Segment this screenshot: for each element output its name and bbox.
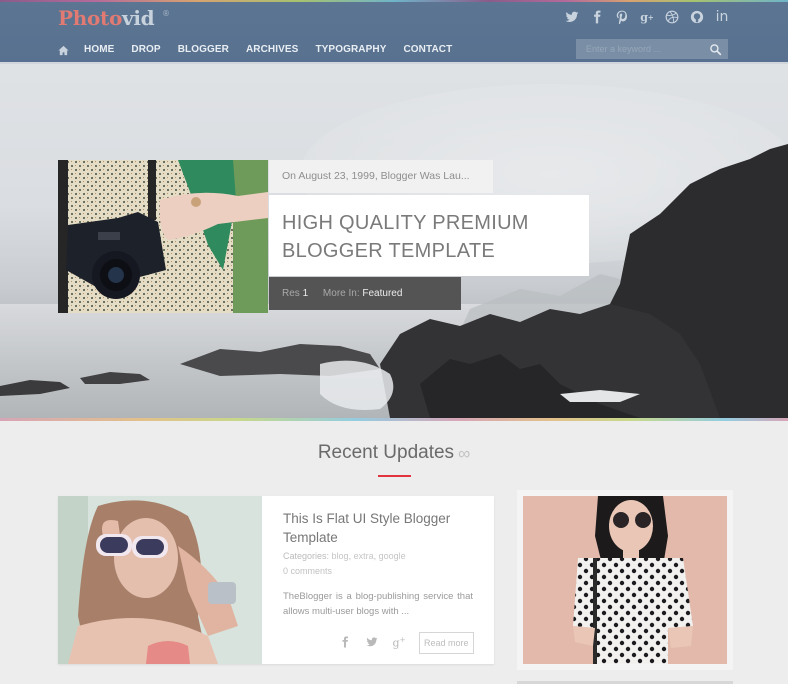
nav-item-blogger[interactable]: BLOGGER: [178, 44, 229, 55]
twitter-icon[interactable]: [564, 9, 580, 25]
res-value: 1: [302, 288, 309, 299]
featured-post-image[interactable]: [58, 160, 268, 313]
featured-post-footer: Res 1 More In: Featured: [269, 277, 461, 310]
dribbble-icon[interactable]: [664, 9, 680, 25]
search-input[interactable]: [576, 39, 704, 59]
camera-photo: [58, 160, 268, 313]
infinity-icon: ∞: [458, 444, 471, 463]
category-link[interactable]: google: [379, 551, 406, 561]
nav-item-home[interactable]: HOME: [84, 44, 114, 55]
nav-item-drop[interactable]: DROP: [131, 44, 160, 55]
nav-item-archives[interactable]: ARCHIVES: [246, 44, 298, 55]
github-icon[interactable]: [689, 9, 705, 25]
post-share-actions: g+ Read more: [338, 632, 474, 654]
featured-post-meta[interactable]: On August 23, 1999, Blogger Was Lau...: [269, 160, 493, 193]
post-card-2-image[interactable]: [523, 496, 727, 664]
more-in-label: More In:: [322, 288, 360, 299]
social-links: g + in: [564, 9, 730, 25]
search-box: [576, 39, 728, 59]
google-plus-icon[interactable]: g +: [639, 9, 655, 25]
site-header: Photovid ® g + in HOME DROP BLOGGER ARCHI…: [0, 0, 788, 62]
logo-text-secondary: vid: [122, 6, 155, 30]
rainbow-divider: [0, 418, 788, 421]
linkedin-icon[interactable]: in: [714, 9, 730, 25]
sunglasses-woman-photo: [58, 496, 262, 664]
category-link[interactable]: blog: [332, 551, 349, 561]
site-logo[interactable]: Photovid ®: [58, 6, 170, 30]
read-more-button[interactable]: Read more: [419, 632, 474, 654]
registered-mark: ®: [162, 9, 170, 18]
post-card-image[interactable]: [58, 496, 262, 664]
rainbow-strip: [0, 0, 788, 2]
section-title-underline: [378, 475, 411, 477]
post-card: This Is Flat UI Style Blogger Template C…: [58, 496, 494, 664]
twitter-share-icon[interactable]: [365, 636, 379, 651]
logo-text-primary: Photo: [58, 6, 122, 30]
facebook-icon[interactable]: [589, 9, 605, 25]
featured-title-line-1: HIGH QUALITY PREMIUM: [282, 212, 529, 234]
polka-dot-woman-photo: [523, 496, 727, 664]
post-card-body: This Is Flat UI Style Blogger Template C…: [283, 510, 473, 619]
post-card-2: [517, 490, 733, 670]
categories-label: Categories:: [283, 551, 330, 561]
section-title-recent-updates: Recent Updates ∞: [0, 442, 788, 464]
search-icon[interactable]: [709, 43, 722, 56]
facebook-share-icon[interactable]: [338, 636, 352, 651]
post-categories: Categories: blog, extra, google: [283, 551, 406, 561]
post-comments-link[interactable]: 0 comments: [283, 566, 332, 576]
google-plus-share-icon[interactable]: g+: [392, 636, 406, 650]
more-in-link[interactable]: Featured: [362, 288, 402, 299]
post-title[interactable]: This Is Flat UI Style Blogger Template: [283, 510, 473, 547]
category-link[interactable]: extra: [354, 551, 374, 561]
recent-updates-heading: Recent Updates: [317, 442, 455, 463]
main-nav: HOME DROP BLOGGER ARCHIVES TYPOGRAPHY CO…: [58, 39, 469, 59]
nav-item-contact[interactable]: CONTACT: [403, 44, 452, 55]
pinterest-icon[interactable]: [614, 9, 630, 25]
nav-item-typography[interactable]: TYPOGRAPHY: [315, 44, 386, 55]
featured-post-title[interactable]: HIGH QUALITY PREMIUM BLOGGER TEMPLATE: [269, 195, 589, 276]
home-icon[interactable]: [58, 43, 70, 56]
post-excerpt: TheBlogger is a blog-publishing service …: [283, 591, 473, 617]
featured-title-line-2: BLOGGER TEMPLATE: [282, 240, 496, 262]
res-label: Res: [282, 288, 300, 299]
